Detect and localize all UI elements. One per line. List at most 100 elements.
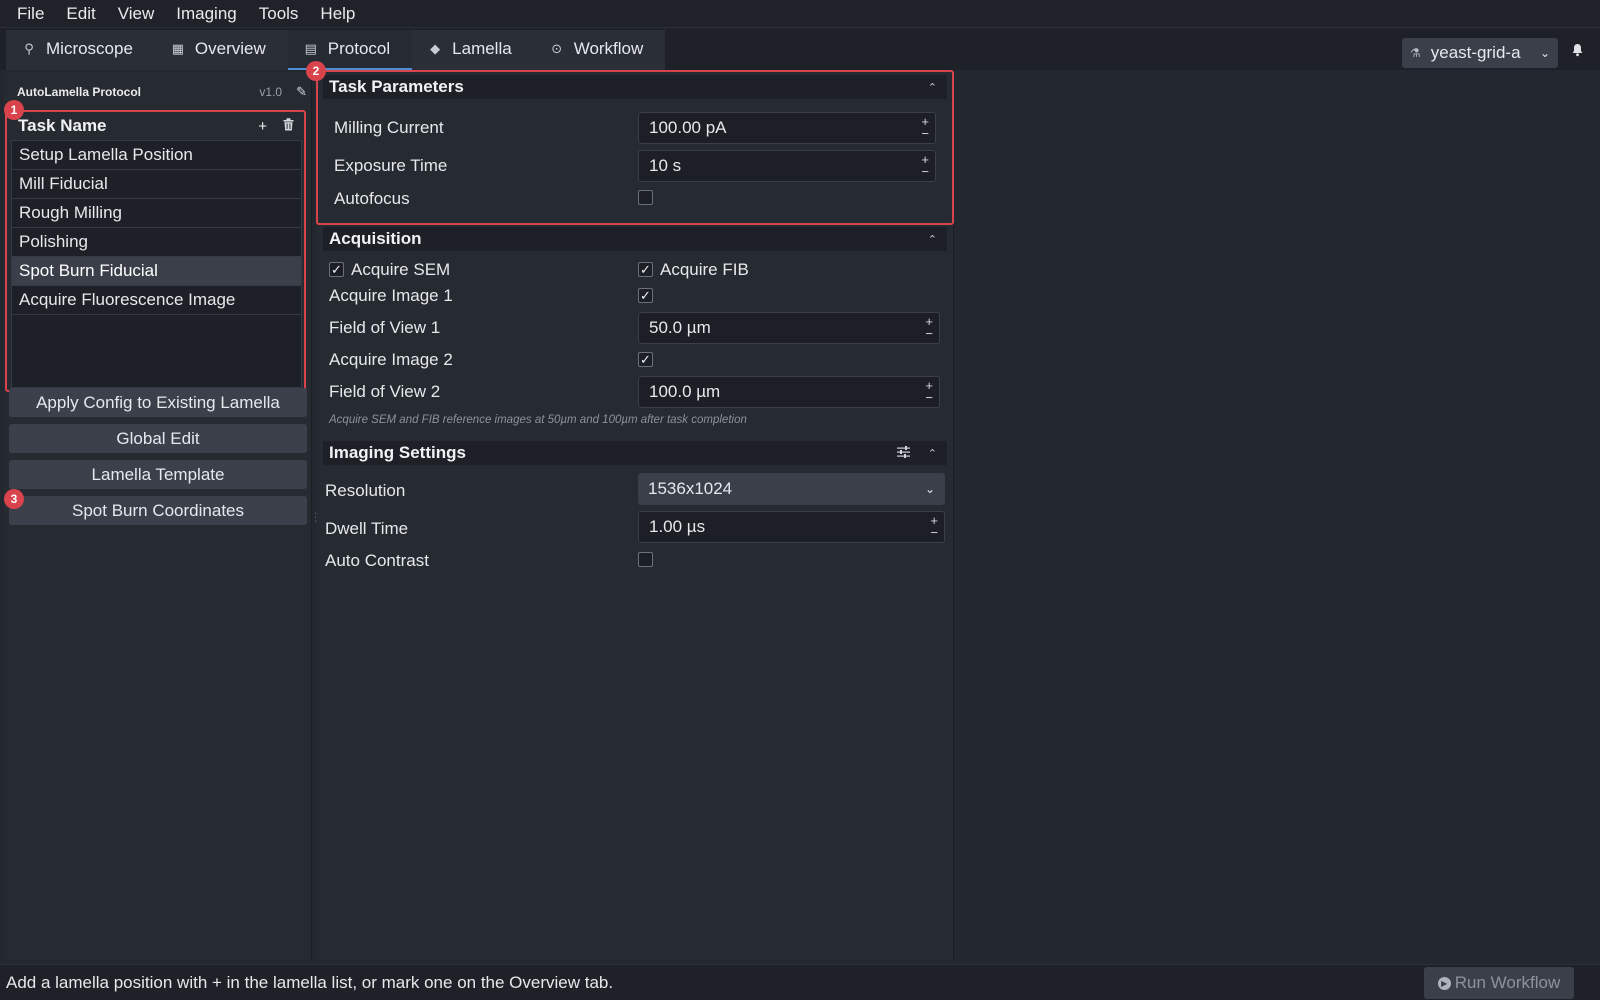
list-item[interactable]: Polishing: [12, 228, 301, 257]
fov2-input[interactable]: 100.0 µm + −: [638, 376, 940, 408]
milling-current-value: 100.00 pA: [649, 118, 727, 137]
check-icon: ✓: [640, 352, 651, 367]
task-parameters-header[interactable]: Task Parameters ⌃: [323, 75, 947, 99]
callout-badge: 2: [306, 61, 326, 81]
resolution-label: Resolution: [325, 481, 406, 500]
acquire-sem-checkbox[interactable]: ✓: [329, 262, 344, 277]
decrement-icon[interactable]: −: [925, 391, 933, 404]
acquire-image1-label: Acquire Image 1: [329, 286, 453, 305]
resolution-select[interactable]: 1536x1024 ⌄: [638, 473, 945, 505]
list-item[interactable]: Mill Fiducial: [12, 170, 301, 199]
spin-buttons[interactable]: + −: [925, 377, 933, 407]
exposure-time-label: Exposure Time: [334, 156, 448, 175]
acquire-fib-checkbox[interactable]: ✓: [638, 262, 653, 277]
status-message: Add a lamella position with + in the lam…: [6, 972, 614, 992]
autofocus-label: Autofocus: [334, 189, 410, 208]
list-item-selected[interactable]: Spot Burn Fiducial: [12, 257, 301, 286]
collapse-icon[interactable]: ⌃: [928, 81, 937, 94]
task-list-header: Task Name +: [7, 112, 304, 140]
task-list: Setup Lamella Position Mill Fiducial Rou…: [11, 140, 302, 388]
status-bar: Add a lamella position with + in the lam…: [0, 964, 1600, 1000]
spin-buttons[interactable]: + −: [921, 151, 929, 181]
callout-badge: 1: [4, 100, 24, 120]
decrement-icon[interactable]: −: [921, 165, 929, 178]
add-task-icon[interactable]: +: [258, 118, 267, 135]
decrement-icon[interactable]: −: [925, 327, 933, 340]
fov1-value: 50.0 µm: [649, 318, 711, 337]
pencil-icon[interactable]: ✎: [296, 84, 307, 100]
flask-icon: ⚗: [1410, 46, 1421, 60]
section-title: Imaging Settings: [329, 443, 466, 462]
global-edit-button[interactable]: Global Edit: [9, 424, 307, 453]
chevron-down-icon: ⌄: [1539, 46, 1550, 60]
tab-label: Microscope: [46, 39, 133, 58]
tab-lamella[interactable]: ◆ Lamella: [412, 30, 534, 70]
spot-burn-coordinates-button[interactable]: Spot Burn Coordinates: [9, 496, 307, 525]
tab-workflow[interactable]: ⊙ Workflow: [533, 30, 666, 70]
project-name: yeast-grid-a: [1430, 43, 1521, 62]
task-list-title: Task Name: [18, 116, 107, 135]
menu-bar: File Edit View Imaging Tools Help: [0, 0, 1600, 28]
section-title: Acquisition: [329, 229, 422, 248]
acquire-image1-checkbox[interactable]: ✓: [638, 288, 653, 303]
menu-tools[interactable]: Tools: [248, 4, 310, 24]
task-list-panel: Task Name + Setup Lamella Position Mill …: [5, 110, 306, 392]
menu-edit[interactable]: Edit: [55, 4, 106, 24]
fov1-input[interactable]: 50.0 µm + −: [638, 312, 940, 344]
chevron-down-icon: ⌄: [924, 482, 935, 496]
acquire-fib-label: Acquire FIB: [660, 260, 749, 279]
dwell-time-label: Dwell Time: [325, 519, 409, 538]
list-item[interactable]: Rough Milling: [12, 199, 301, 228]
tab-label: Lamella: [452, 39, 512, 58]
decrement-icon[interactable]: −: [921, 127, 929, 140]
tab-label: Protocol: [327, 39, 391, 58]
decrement-icon[interactable]: −: [930, 526, 938, 539]
exposure-time-value: 10 s: [649, 156, 682, 175]
document-edit-icon: ▤: [304, 41, 317, 56]
acquisition-header[interactable]: Acquisition ⌃: [323, 227, 947, 251]
autofocus-checkbox[interactable]: [638, 190, 653, 205]
spin-buttons[interactable]: + −: [930, 512, 938, 542]
spin-buttons[interactable]: + −: [921, 113, 929, 143]
dwell-time-input[interactable]: 1.00 µs + −: [638, 511, 945, 543]
run-workflow-label: Run Workflow: [1454, 973, 1561, 992]
tab-microscope[interactable]: ⚲ Microscope: [6, 30, 155, 70]
check-icon: ✓: [640, 288, 651, 303]
milling-current-input[interactable]: 100.00 pA + −: [638, 112, 936, 144]
run-workflow-button[interactable]: ▶ Run Workflow: [1424, 967, 1574, 999]
exposure-time-input[interactable]: 10 s + −: [638, 150, 936, 182]
resolution-value: 1536x1024: [648, 479, 733, 498]
preview-panel: [958, 72, 1600, 960]
project-select[interactable]: ⚗ yeast-grid-a ⌄: [1402, 38, 1558, 68]
milling-current-label: Milling Current: [334, 118, 444, 137]
collapse-icon[interactable]: ⌃: [928, 233, 937, 246]
microscope-icon: ⚲: [24, 41, 34, 56]
acquire-image2-label: Acquire Image 2: [329, 350, 453, 369]
sliders-icon[interactable]: [896, 445, 910, 461]
collapse-icon[interactable]: ⌃: [928, 447, 937, 460]
menu-imaging[interactable]: Imaging: [165, 4, 247, 24]
delete-task-icon[interactable]: [283, 117, 294, 135]
acquire-image2-checkbox[interactable]: ✓: [638, 352, 653, 367]
spin-buttons[interactable]: + −: [925, 313, 933, 343]
auto-contrast-checkbox[interactable]: [638, 552, 653, 567]
apply-config-button[interactable]: Apply Config to Existing Lamella: [9, 388, 307, 417]
menu-file[interactable]: File: [6, 4, 55, 24]
play-circle-icon: ⊙: [551, 41, 563, 56]
map-icon: ▦: [171, 41, 185, 56]
tab-bar: ⚲ Microscope ▦ Overview ▤ Protocol ◆ Lam…: [0, 28, 1600, 70]
tab-overview[interactable]: ▦ Overview: [154, 30, 288, 70]
fov2-label: Field of View 2: [329, 382, 441, 401]
tab-protocol[interactable]: ▤ Protocol: [287, 30, 413, 70]
list-item[interactable]: Acquire Fluorescence Image: [12, 286, 301, 315]
section-title: Task Parameters: [329, 77, 464, 96]
acquisition-note: Acquire SEM and FIB reference images at …: [329, 414, 747, 426]
menu-help[interactable]: Help: [309, 4, 366, 24]
lamella-template-button[interactable]: Lamella Template: [9, 460, 307, 489]
bell-icon[interactable]: [1571, 43, 1584, 60]
fov1-label: Field of View 1: [329, 318, 441, 337]
play-icon: ▶: [1437, 976, 1451, 990]
list-item[interactable]: Setup Lamella Position: [12, 141, 301, 170]
imaging-settings-header[interactable]: Imaging Settings ⌃: [323, 441, 947, 465]
menu-view[interactable]: View: [107, 4, 166, 24]
